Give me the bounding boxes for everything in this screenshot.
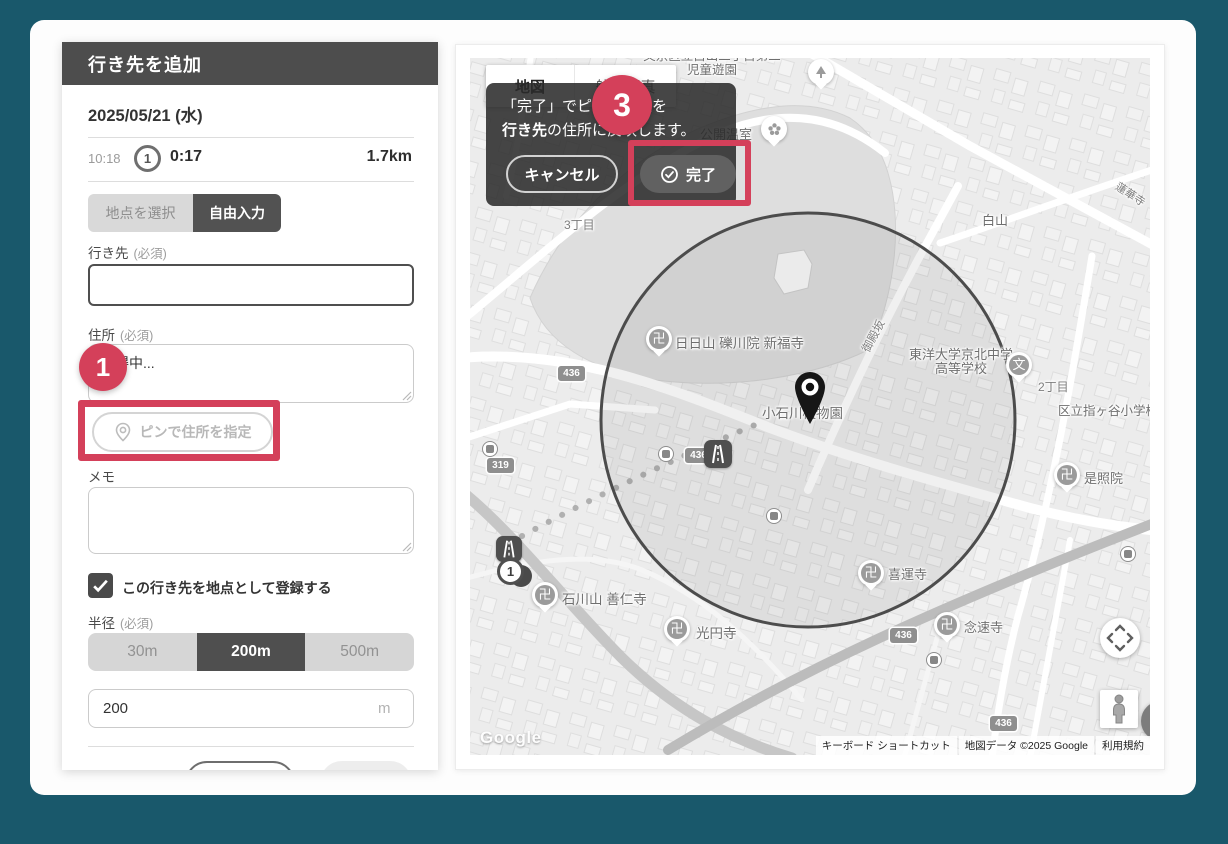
map-label-zenninji: 石川山 善仁寺 — [562, 592, 647, 607]
radius-option-200m[interactable]: 200m — [196, 633, 306, 671]
radius-option-500m[interactable]: 500m — [305, 633, 414, 671]
route-badge: 436 — [990, 716, 1017, 731]
pan-arrows-icon — [1106, 624, 1134, 652]
address-textarea[interactable]: 取得中... — [88, 344, 414, 403]
trip-date: 2025/05/21 (水) — [88, 107, 203, 125]
annotation-badge-1: 1 — [79, 343, 127, 391]
resize-handle-icon[interactable] — [402, 391, 412, 401]
register-checkbox-label: この行き先を地点として登録する — [122, 580, 332, 596]
route-marker-1: 1 — [497, 558, 524, 585]
highway-icon — [704, 440, 732, 468]
temple-pin-icon: 卍 — [664, 616, 690, 642]
tooltip-cancel-button[interactable]: キャンセル — [506, 155, 618, 193]
divider — [88, 746, 414, 747]
temple-pin-icon: 卍 — [858, 560, 884, 586]
destination-pin[interactable] — [792, 370, 828, 433]
destination-label: 行き先 (必須) — [88, 246, 167, 261]
manji-icon: 卍 — [937, 615, 957, 635]
trip-distance: 1.7km — [366, 148, 412, 165]
manji-icon: 卍 — [535, 585, 555, 605]
trip-start-time: 10:18 — [88, 151, 121, 166]
map-label-school: 東洋大学京北中学高等学校 — [908, 347, 1013, 376]
map-canvas[interactable]: 文京区立白山二丁目第二児童遊園 公開温室 3丁目 卍 日日山 礫川院 新福寺 東… — [470, 58, 1150, 755]
confirm-button-clipped[interactable] — [320, 761, 412, 770]
annotation-rect-step3 — [628, 140, 751, 206]
terms-link[interactable]: 利用規約 — [1096, 736, 1150, 755]
street-view-pegman[interactable] — [1100, 690, 1138, 728]
manji-icon: 卍 — [649, 329, 669, 349]
input-mode-tabs: 地点を選択 自由入力 — [88, 194, 281, 232]
tab-select-point[interactable]: 地点を選択 — [88, 194, 193, 232]
divider — [88, 181, 414, 182]
bus-stop-icon — [482, 441, 498, 457]
map-label-zeshoin: 是照院 — [1084, 471, 1124, 486]
temple-pin-icon: 卍 — [1054, 462, 1080, 488]
pegman-icon — [1113, 694, 1125, 724]
manji-icon: 卍 — [667, 619, 687, 639]
cancel-button-clipped[interactable] — [185, 761, 295, 770]
divider — [88, 137, 414, 138]
school-kanji-icon: 文 — [1009, 355, 1029, 375]
map-label-2chome: 2丁目 — [1038, 380, 1069, 394]
flower-pin-icon — [761, 116, 787, 142]
temple-pin-icon: 卍 — [532, 582, 558, 608]
park-pin-icon — [808, 59, 834, 85]
trip-stop-number: 1 — [134, 145, 161, 172]
tree-icon — [816, 66, 826, 78]
trip-duration: 0:17 — [170, 148, 203, 165]
map-data-copyright: 地図データ ©2025 Google — [958, 736, 1094, 755]
bus-stop-icon — [658, 446, 674, 462]
radius-value-input[interactable] — [88, 689, 414, 728]
map-label-koenji: 光円寺 — [696, 626, 737, 641]
temple-pin-icon: 卍 — [646, 326, 672, 352]
bus-stop-icon — [1120, 546, 1136, 562]
bus-stop-icon — [766, 508, 782, 524]
manji-icon: 卍 — [1057, 465, 1077, 485]
pan-control[interactable] — [1100, 618, 1140, 658]
register-checkbox[interactable] — [88, 573, 113, 598]
panel-title: 行き先を追加 — [62, 42, 438, 85]
manji-icon: 卍 — [861, 563, 881, 583]
tab-free-input[interactable]: 自由入力 — [193, 194, 281, 232]
memo-textarea[interactable] — [88, 487, 414, 554]
radius-unit: m — [378, 700, 391, 717]
destination-input[interactable] — [88, 264, 414, 306]
resize-handle-icon[interactable] — [402, 542, 412, 552]
map-label-nensokuji: 念速寺 — [964, 620, 1004, 635]
google-logo[interactable]: Google — [480, 728, 542, 748]
radius-segmented-control: 30m 200m 500m — [88, 633, 414, 671]
route-badge: 436 — [558, 366, 585, 381]
route-badge: 436 — [890, 628, 917, 643]
keyboard-shortcuts-link[interactable]: キーボード ショートカット — [815, 736, 957, 755]
map-label-shinpukuji: 日日山 礫川院 新福寺 — [675, 336, 805, 351]
school-pin-icon: 文 — [1006, 352, 1032, 378]
map-panel: 文京区立白山二丁目第二児童遊園 公開温室 3丁目 卍 日日山 礫川院 新福寺 東… — [455, 44, 1165, 770]
address-label: 住所 (必須) — [88, 328, 154, 343]
radius-option-30m[interactable]: 30m — [88, 633, 197, 671]
annotation-badge-3: 3 — [592, 75, 652, 135]
temple-pin-icon: 卍 — [934, 612, 960, 638]
memo-label: メモ — [88, 470, 115, 485]
map-label-kiunji: 喜運寺 — [888, 567, 928, 582]
annotation-rect-step1 — [78, 400, 280, 461]
map-label-sashigaya-school: 区立指ヶ谷小学校 — [1058, 404, 1150, 418]
route-badge: 319 — [487, 458, 514, 473]
map-attribution: キーボード ショートカット 地図データ ©2025 Google 利用規約 — [815, 736, 1150, 755]
map-label-3chome: 3丁目 — [564, 218, 595, 232]
radius-label: 半径 (必須) — [88, 616, 154, 631]
checkmark-icon — [93, 579, 108, 593]
map-label-hakusan: 白山 — [982, 213, 1009, 228]
bus-stop-icon — [926, 652, 942, 668]
flower-icon — [767, 122, 781, 135]
